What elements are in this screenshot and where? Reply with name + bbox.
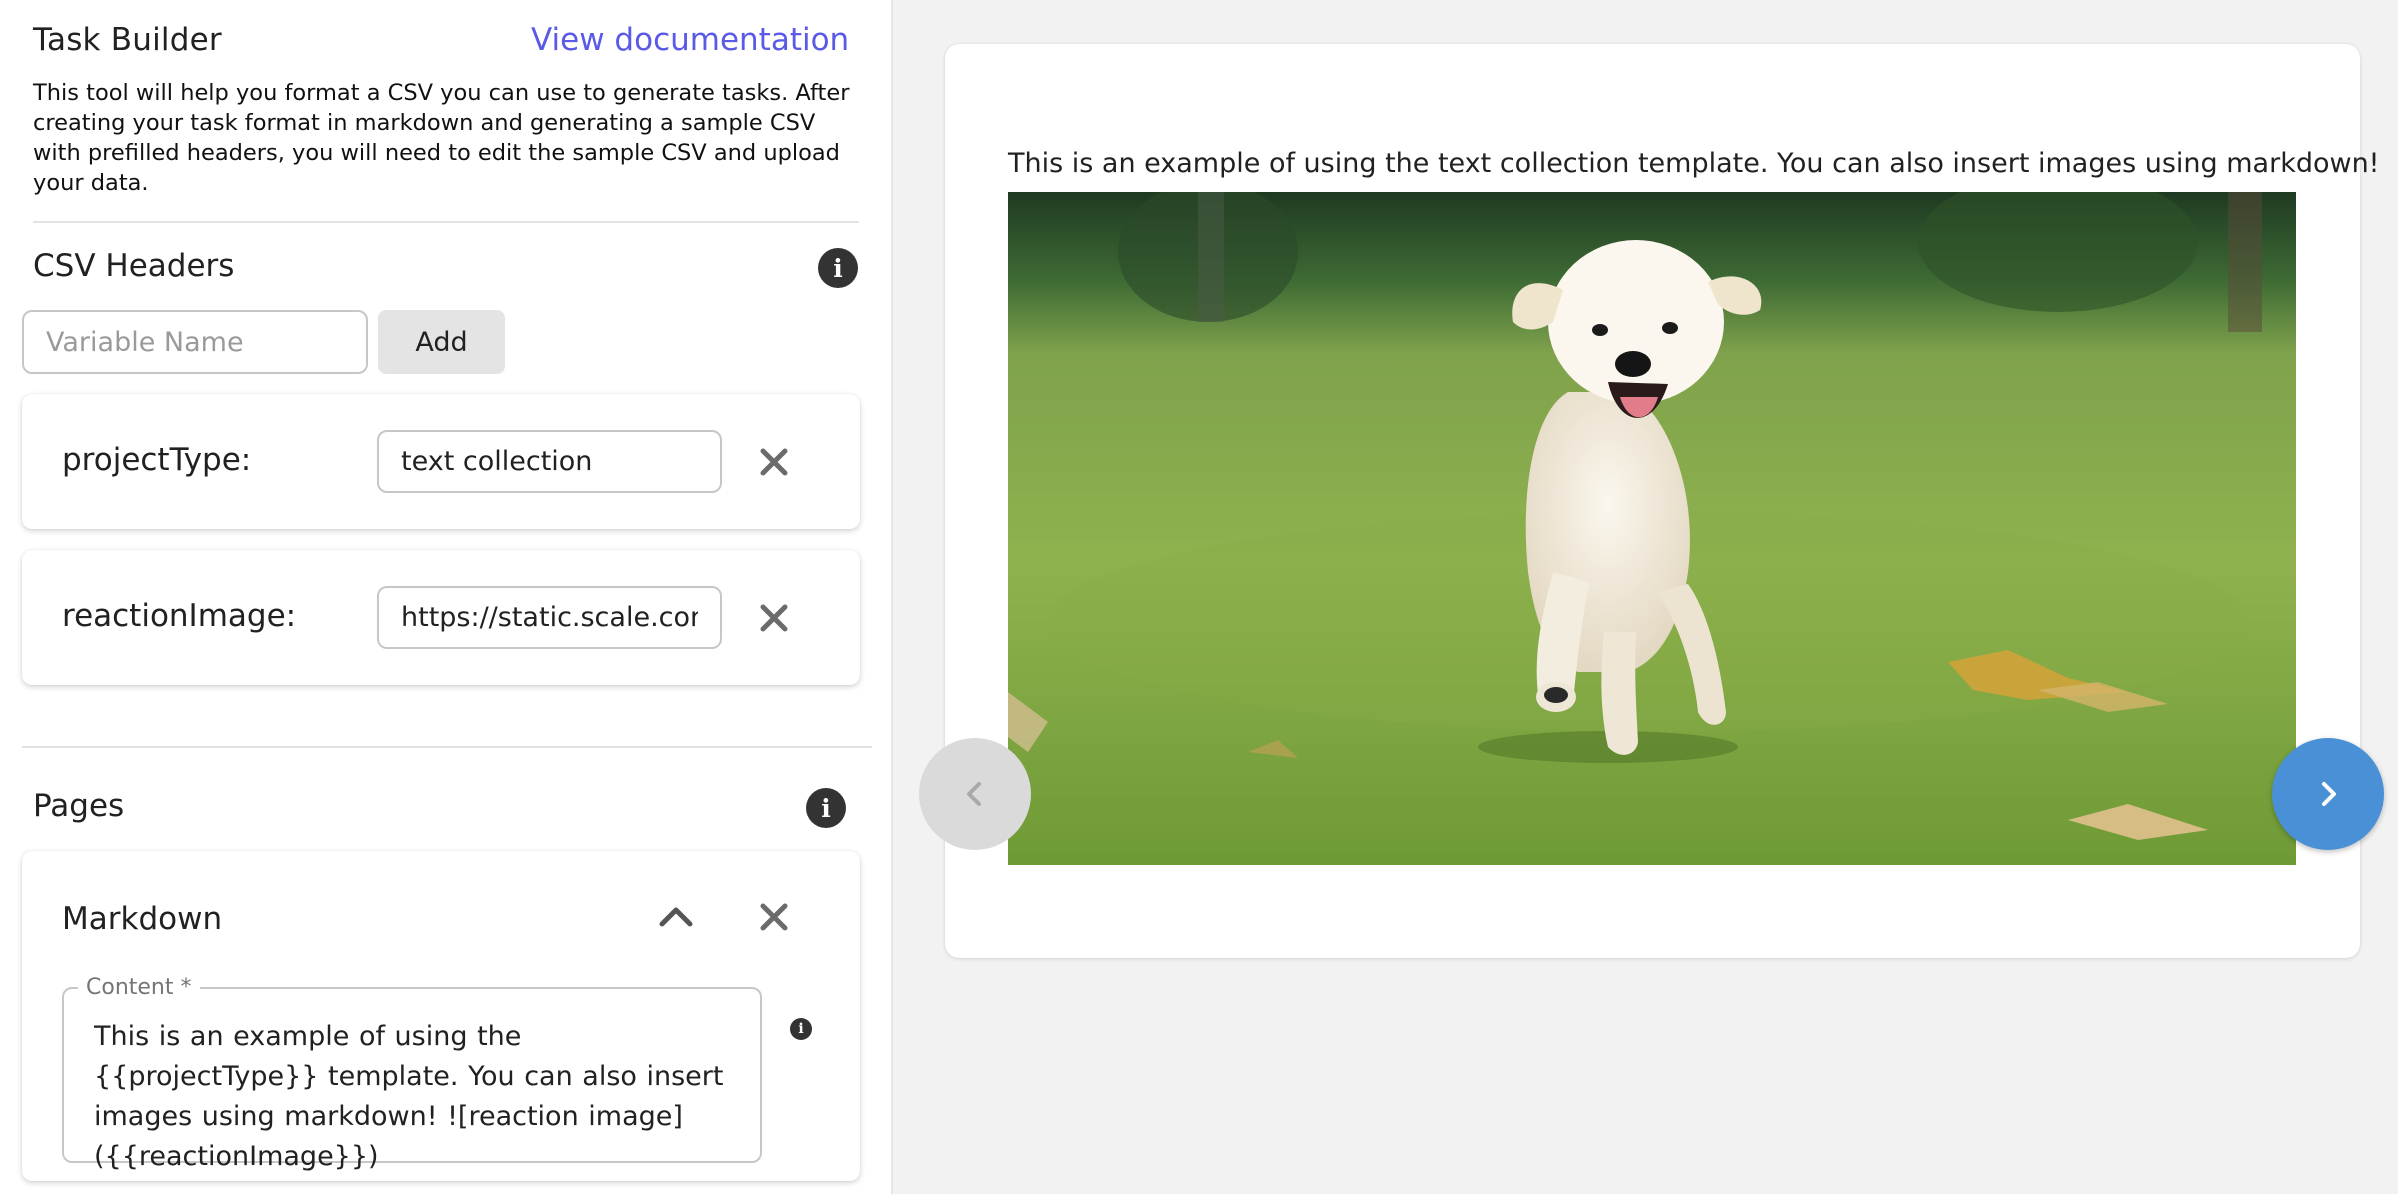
next-button[interactable]	[2272, 738, 2384, 850]
reaction-image	[1008, 192, 2296, 865]
divider	[33, 221, 859, 223]
csv-header-row: projectType:	[22, 394, 860, 529]
variable-name-input[interactable]	[22, 310, 368, 374]
task-builder-panel: Task Builder View documentation This too…	[0, 0, 893, 1194]
info-icon[interactable]: i	[818, 248, 858, 288]
previous-button[interactable]	[919, 738, 1031, 850]
divider	[22, 746, 872, 748]
markdown-page-block: Markdown Content * This is an example of…	[22, 851, 860, 1181]
header-label: projectType:	[62, 442, 252, 478]
header-value-field[interactable]	[377, 430, 722, 493]
csv-headers-title: CSV Headers	[33, 248, 235, 284]
close-icon[interactable]	[756, 600, 792, 636]
intro-description: This tool will help you format a CSV you…	[33, 80, 850, 196]
preview-card: This is an example of using the text col…	[945, 44, 2380, 958]
csv-header-row: reactionImage:	[22, 550, 860, 685]
content-value[interactable]: This is an example of using the {{projec…	[94, 1017, 734, 1177]
chevron-left-icon	[967, 782, 981, 806]
info-icon[interactable]: i	[806, 788, 846, 828]
chevron-up-icon[interactable]	[656, 897, 696, 937]
content-label: Content *	[78, 975, 200, 1000]
view-documentation-link[interactable]: View documentation	[531, 22, 849, 58]
close-icon[interactable]	[756, 444, 792, 480]
info-icon[interactable]: i	[790, 1018, 812, 1040]
close-icon[interactable]	[756, 899, 792, 935]
app-title: Task Builder	[33, 22, 222, 58]
header-label: reactionImage:	[62, 598, 297, 634]
chevron-right-icon	[2322, 782, 2336, 806]
markdown-block-title: Markdown	[62, 901, 223, 937]
header-value-field[interactable]	[377, 586, 722, 649]
add-variable-button[interactable]: Add	[378, 310, 505, 374]
content-textarea[interactable]: Content * This is an example of using th…	[62, 975, 762, 1172]
pages-title: Pages	[33, 788, 125, 824]
preview-text: This is an example of using the text col…	[1008, 148, 2380, 179]
preview-panel: This is an example of using the text col…	[895, 0, 2398, 1194]
